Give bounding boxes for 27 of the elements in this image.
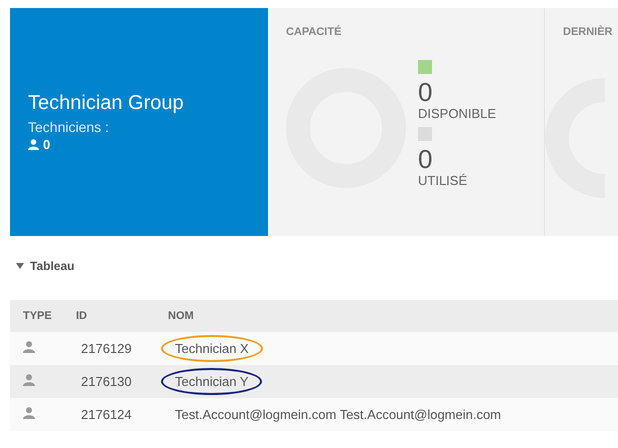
column-header: NOM (167, 310, 194, 322)
column-header: TYPE (22, 310, 53, 322)
person-icon (23, 407, 35, 419)
person-icon (28, 139, 39, 150)
table-cell: Technician Y (161, 368, 262, 395)
table-cell-text: Test.Account@logmein.com Test.Account@logmein.com (174, 406, 502, 424)
legend-value: 0 (418, 145, 432, 173)
table-cell-text: 2176130 (80, 374, 133, 389)
table-cell-text: 2176124 (80, 407, 133, 422)
person-icon (23, 341, 35, 353)
table-row[interactable]: 2176130 Technician Y (10, 365, 618, 398)
caret-icon[interactable] (16, 263, 24, 269)
group-title: Technician Group (28, 92, 185, 115)
column-header: ID (75, 310, 88, 322)
person-icon (23, 374, 35, 386)
table-row[interactable]: 2176124 Test.Account@logmein.com Test.Account@logmein.com (10, 398, 618, 431)
legend-value: 0 (418, 78, 432, 106)
legend-label: UTILISÉ (418, 173, 468, 188)
table-cell-text: 2176129 (80, 341, 133, 356)
technician-count: 0 (43, 137, 50, 152)
table-cell: Technician X (161, 335, 263, 362)
group-subtitle: Techniciens : (28, 119, 110, 135)
panel-heading: DERNIÈR (563, 26, 614, 38)
panel-heading: CAPACITÉ (286, 26, 342, 38)
table-row[interactable]: 2176129 Technician X (10, 332, 618, 365)
legend-label: DISPONIBLE (418, 106, 496, 121)
section-title[interactable]: Tableau (30, 259, 74, 273)
